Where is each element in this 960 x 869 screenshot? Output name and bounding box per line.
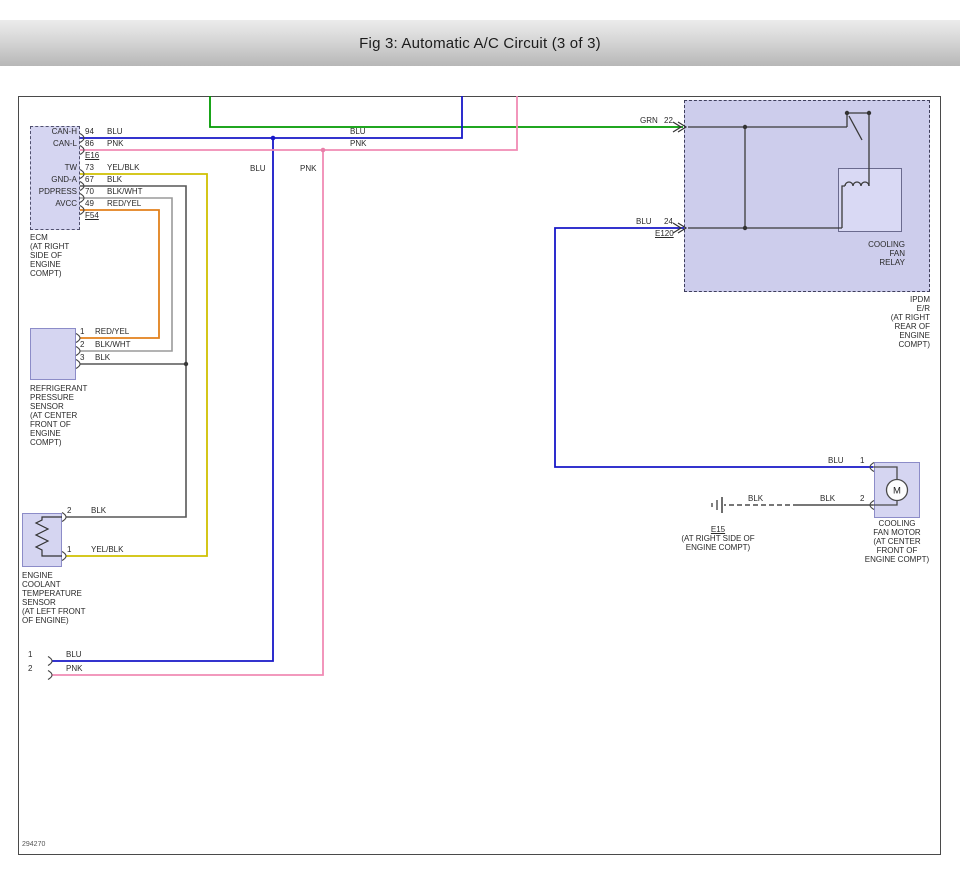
ecm-pin-name: AVCC xyxy=(31,199,77,208)
wire-color-label: PNK xyxy=(66,664,82,673)
wire-color-label: BLK xyxy=(820,494,835,503)
wire-color-label: BLU xyxy=(107,127,123,136)
wire-color-label: RED/YEL xyxy=(107,199,141,208)
wiring-svg: M xyxy=(0,0,960,869)
ipdm-pin-number: 24 xyxy=(664,217,673,226)
ipdm-connector-chevrons xyxy=(673,122,686,233)
wire-color-label: PNK xyxy=(300,164,316,173)
grn-wire xyxy=(210,96,683,127)
sensor-pin-number: 3 xyxy=(80,353,84,362)
pressure-sensor-label: REFRIGERANT PRESSURE SENSOR (AT CENTER F… xyxy=(30,384,92,447)
ground-id: E15 xyxy=(711,525,725,534)
coolant-sensor-label: ENGINE COOLANT TEMPERATURE SENSOR (AT LE… xyxy=(22,571,92,625)
relay-junction-dots xyxy=(743,111,871,230)
wire-color-label: BLU xyxy=(66,650,82,659)
wire-color-label: BLU xyxy=(636,217,652,226)
motor-pin-number: 2 xyxy=(860,494,864,503)
wire-color-label: PNK xyxy=(350,139,366,148)
wire-color-label: BLU xyxy=(350,127,366,136)
ground-e15-label: E15 (AT RIGHT SIDE OF ENGINE COMPT) xyxy=(668,516,768,561)
wire-color-label: RED/YEL xyxy=(95,327,129,336)
ecm-label: ECM (AT RIGHT SIDE OF ENGINE COMPT) xyxy=(30,233,92,278)
ecm-pin-number: 49 xyxy=(85,199,94,208)
connector-pin-number: 1 xyxy=(28,650,32,659)
pnk-junction-dot xyxy=(321,148,326,153)
ipdm-connector-id: E120 xyxy=(655,229,674,238)
motor-pin-number: 1 xyxy=(860,456,864,465)
ipdm-er-label: IPDM E/R (AT RIGHT REAR OF ENGINE COMPT) xyxy=(855,295,930,349)
wire-color-label: YEL/BLK xyxy=(91,545,123,554)
wire-color-label: BLK/WHT xyxy=(107,187,143,196)
blk-junction-dot xyxy=(184,362,188,366)
ecm-pin-number: 73 xyxy=(85,163,94,172)
relay-internal-wiring xyxy=(688,113,869,228)
ecm-pin-name: TW xyxy=(31,163,77,172)
ecm-connector-id: F54 xyxy=(85,211,99,220)
wire-color-label: BLK xyxy=(748,494,763,503)
blu-junction-dot xyxy=(271,136,276,141)
ground-location: (AT RIGHT SIDE OF ENGINE COMPT) xyxy=(668,534,768,552)
wire-color-label: GRN xyxy=(640,116,658,125)
ecm-pin-name: CAN-L xyxy=(31,139,77,148)
wire-color-label: BLK xyxy=(95,353,110,362)
wire-color-label: BLK xyxy=(107,175,122,184)
ecm-pin-number: 86 xyxy=(85,139,94,148)
ecm-pin-number: 67 xyxy=(85,175,94,184)
ground-symbol-e15 xyxy=(712,497,722,513)
sensor-pin-number: 1 xyxy=(67,545,71,554)
ecm-pin-name: PDPRESS xyxy=(31,187,77,196)
sensor-pin-number: 2 xyxy=(80,340,84,349)
ipdm-pin-number: 22 xyxy=(664,116,673,125)
wire-color-label: BLK xyxy=(91,506,106,515)
diagram-page: Fig 3: Automatic A/C Circuit (3 of 3) xyxy=(0,0,960,869)
cooling-fan-relay-label: COOLING FAN RELAY xyxy=(835,240,905,267)
wire-color-label: YEL/BLK xyxy=(107,163,139,172)
wire-color-label: BLU xyxy=(828,456,844,465)
fan-motor-label: COOLING FAN MOTOR (AT CENTER FRONT OF EN… xyxy=(848,519,946,564)
figure-number: 294270 xyxy=(22,840,45,849)
sensor-pin-number: 1 xyxy=(80,327,84,336)
thermistor-symbol xyxy=(36,517,62,556)
blu-fan-wire xyxy=(555,228,873,467)
sensor-pin-number: 2 xyxy=(67,506,71,515)
wire-color-label: PNK xyxy=(107,139,123,148)
ecm-connector-id: E16 xyxy=(85,151,99,160)
connector-pin-number: 2 xyxy=(28,664,32,673)
ecm-pin-number: 70 xyxy=(85,187,94,196)
ecm-pin-name: GND-A xyxy=(31,175,77,184)
wire-color-label: BLK/WHT xyxy=(95,340,131,349)
ecm-pin-name: CAN-H xyxy=(31,127,77,136)
ecm-pin-number: 94 xyxy=(85,127,94,136)
wire-color-label: BLU xyxy=(250,164,266,173)
motor-letter: M xyxy=(893,486,901,497)
